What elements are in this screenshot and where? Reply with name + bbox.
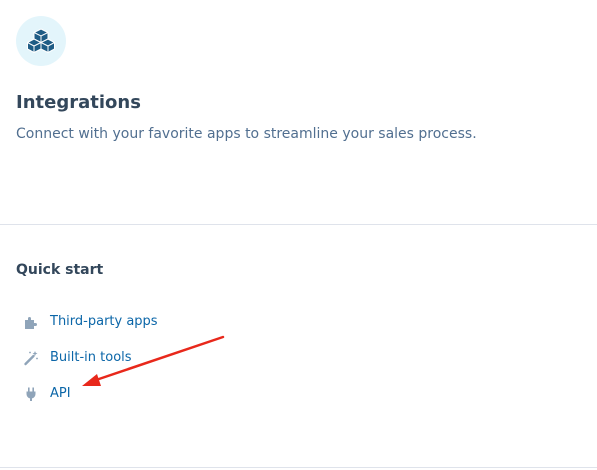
integrations-hero-icon	[16, 16, 66, 66]
plug-icon	[22, 385, 40, 403]
quick-start-item-third-party-apps[interactable]: Third-party apps	[22, 304, 158, 340]
quick-start-item-label[interactable]: Third-party apps	[50, 313, 158, 331]
quick-start-item-label[interactable]: API	[50, 385, 71, 403]
puzzle-piece-icon	[22, 313, 40, 331]
quick-start-list: Third-party apps Built-in tools API	[22, 304, 158, 412]
quick-start-item-built-in-tools[interactable]: Built-in tools	[22, 340, 158, 376]
bottom-divider	[0, 467, 597, 468]
quick-start-item-label[interactable]: Built-in tools	[50, 349, 132, 367]
section-divider	[0, 224, 597, 225]
quick-start-title: Quick start	[16, 262, 104, 278]
quick-start-item-api[interactable]: API	[22, 376, 158, 412]
magic-wand-icon	[22, 349, 40, 367]
cubes-icon	[27, 28, 55, 54]
page-title: Integrations	[16, 92, 141, 113]
page-subtitle: Connect with your favorite apps to strea…	[16, 126, 477, 142]
